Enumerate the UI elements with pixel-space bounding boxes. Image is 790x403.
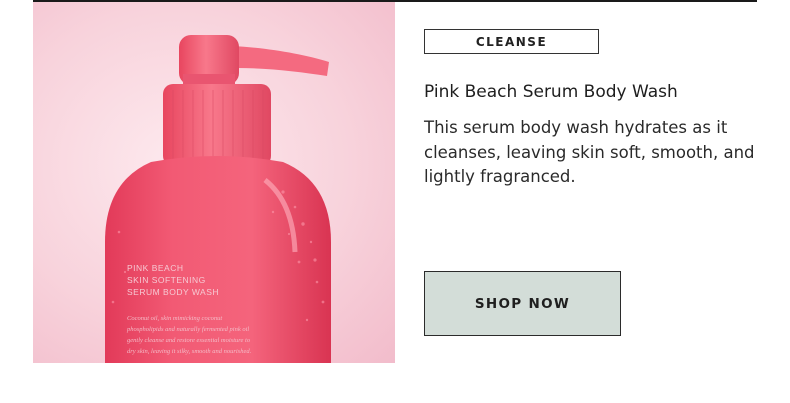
bottle-brand-text: PINK BEACH xyxy=(127,263,184,273)
product-title: Pink Beach Serum Body Wash xyxy=(424,82,678,102)
category-tag: CLEANSE xyxy=(424,29,599,54)
bottle-fine-print-4: dry skin, leaving it silky, smooth and n… xyxy=(127,348,252,355)
bottle-line3-text: SERUM BODY WASH xyxy=(127,287,219,297)
bottle-fine-print-2: phospholipids and naturally fermented pi… xyxy=(126,326,249,333)
bottle-fine-print-1: Coconut oil, skin mimicking coconut xyxy=(127,315,222,322)
product-description: This serum body wash hydrates as it clea… xyxy=(424,118,755,186)
product-image[interactable]: PINK BEACH SKIN SOFTENING SERUM BODY WAS… xyxy=(33,2,395,363)
bottle-fine-print-3: gently cleanse and restore essential moi… xyxy=(127,337,251,344)
shop-now-button[interactable]: SHOP NOW xyxy=(424,271,621,336)
bottle-line2-text: SKIN SOFTENING xyxy=(127,275,206,285)
